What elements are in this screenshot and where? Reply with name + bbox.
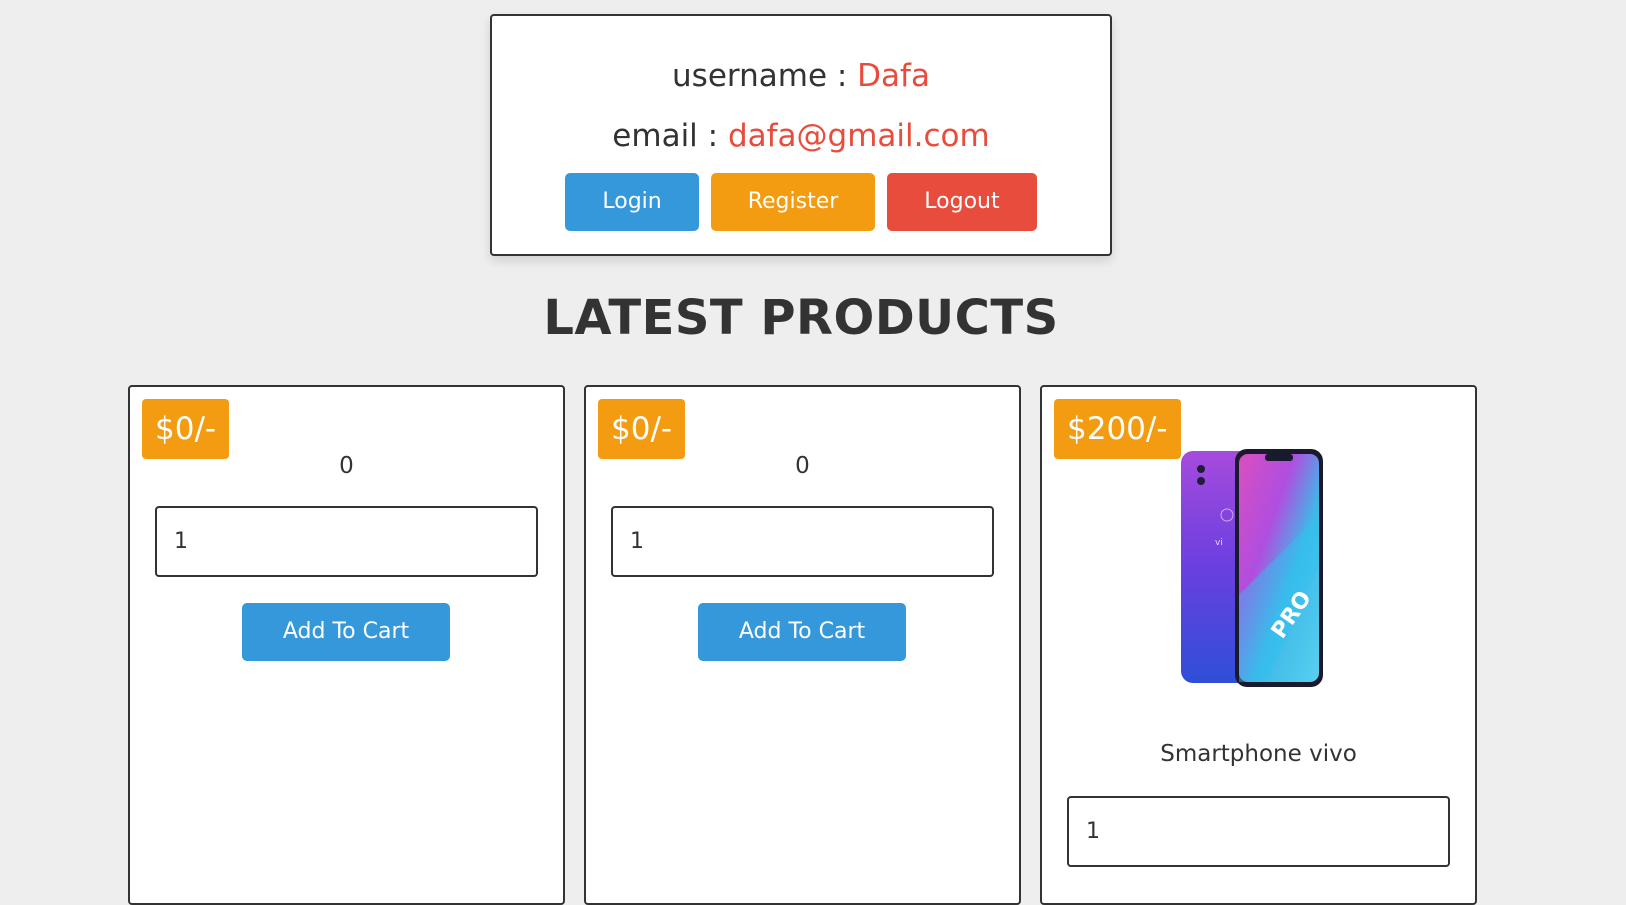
register-button[interactable]: Register [710,173,876,231]
smartphone-vivo-image: vi PRO [1181,449,1323,687]
price-badge: $200/- [1054,399,1181,459]
product-card: vi PRO $200/- Smartphone vivo [1040,385,1477,905]
product-card: $0/- 0 Add To Cart [128,385,565,905]
quantity-input[interactable] [1067,796,1450,867]
username-value: Dafa [857,58,930,94]
product-name: 0 [795,453,810,479]
product-name: Smartphone vivo [1160,741,1357,767]
user-info-box: username : Dafa email : dafa@gmail.com L… [490,14,1112,256]
username-label: username : [672,58,858,94]
svg-text:vi: vi [1215,538,1223,548]
auth-button-row: Login Register Logout [492,173,1110,231]
price-badge: $0/- [142,399,230,459]
add-to-cart-button[interactable]: Add To Cart [698,603,906,661]
email-line: email : dafa@gmail.com [492,118,1110,154]
quantity-input[interactable] [155,506,538,577]
add-to-cart-button[interactable]: Add To Cart [242,603,450,661]
email-label: email : [612,118,728,154]
username-line: username : Dafa [492,58,1110,94]
logout-button[interactable]: Logout [887,173,1037,231]
email-value: dafa@gmail.com [727,118,990,154]
page-title: LATEST PRODUCTS [543,290,1059,346]
product-name: 0 [339,453,354,479]
quantity-input[interactable] [611,506,994,577]
product-card: $0/- 0 Add To Cart [584,385,1021,905]
price-badge: $0/- [598,399,686,459]
login-button[interactable]: Login [565,173,699,231]
